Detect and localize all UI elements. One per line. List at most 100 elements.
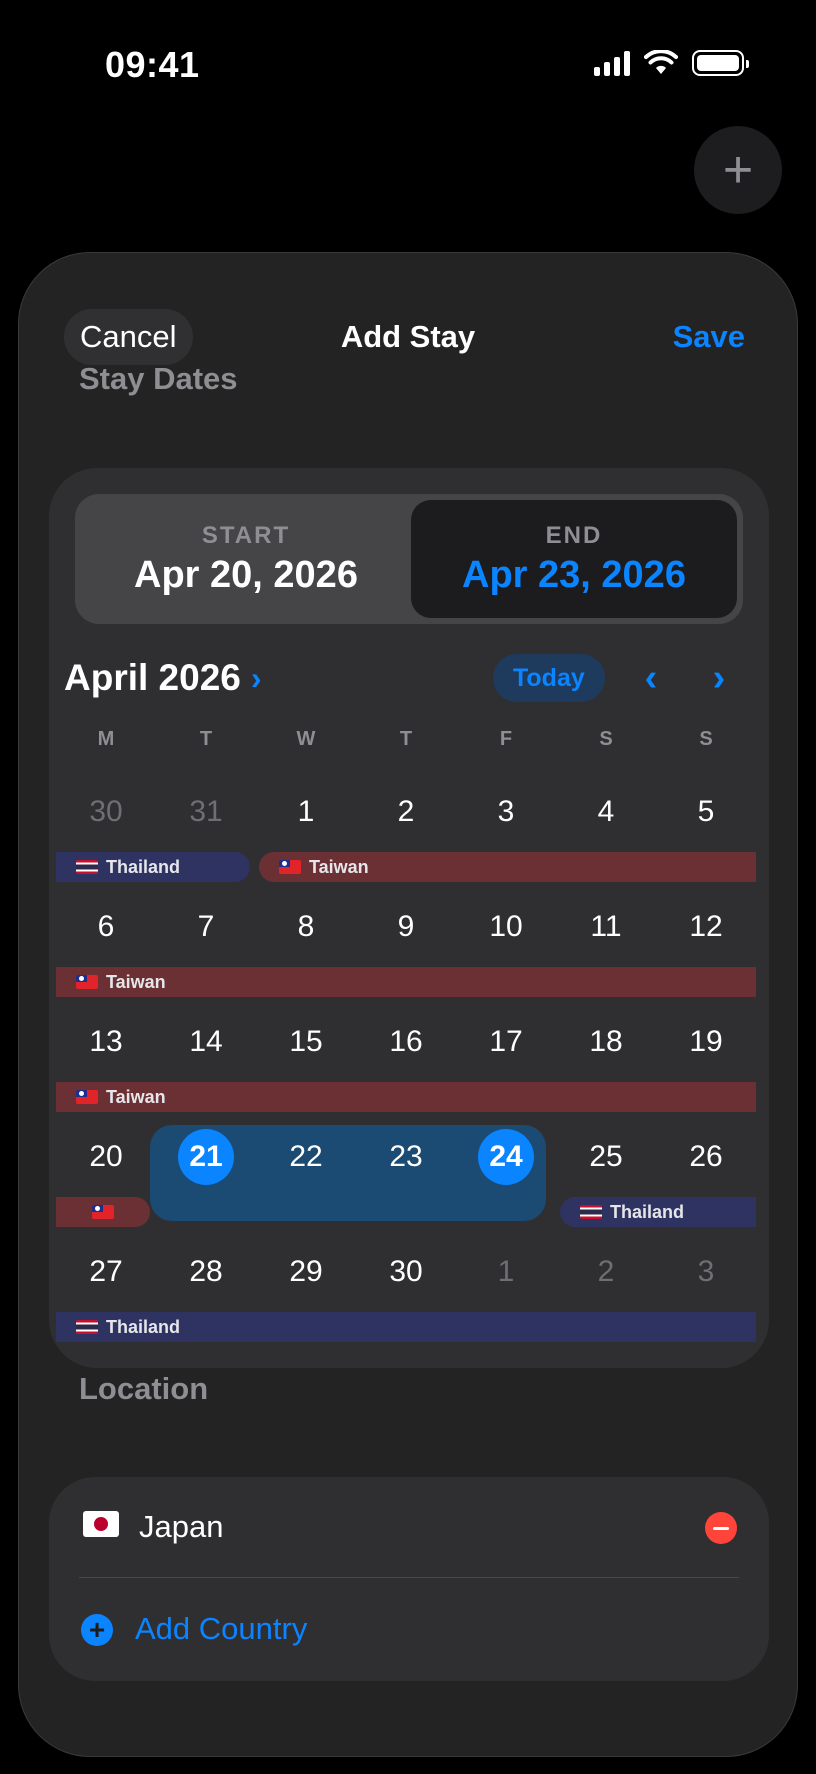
status-icons xyxy=(594,50,749,76)
start-label: START xyxy=(201,521,291,549)
stay-bar-taiwan[interactable]: Taiwan xyxy=(56,1082,756,1112)
calendar-day[interactable]: 20 xyxy=(56,1129,156,1185)
add-country-button[interactable]: + Add Country xyxy=(49,1578,769,1680)
calendar-day[interactable]: 2 xyxy=(356,784,456,840)
taiwan-flag-icon xyxy=(76,975,98,989)
calendar-day[interactable]: 2 xyxy=(556,1244,656,1300)
calendar-day[interactable]: 8 xyxy=(256,899,356,955)
plus-circle-icon: + xyxy=(81,1614,113,1646)
weekday-header: M T W T F S S xyxy=(56,728,756,758)
calendar-day[interactable]: 19 xyxy=(656,1014,756,1070)
taiwan-flag-icon xyxy=(279,860,301,874)
add-stay-sheet: Cancel Add Stay Save Stay Dates START Ap… xyxy=(18,252,798,1757)
end-date-segment[interactable]: END Apr 23, 2026 xyxy=(411,500,737,618)
add-country-label: Add Country xyxy=(135,1611,308,1646)
month-title: April 2026 xyxy=(64,657,241,698)
calendar-week: 20 21 22 23 24 25 26 Thailand xyxy=(56,1123,756,1238)
calendar-day[interactable]: 26 xyxy=(656,1129,756,1185)
remove-country-button[interactable] xyxy=(705,1512,737,1544)
weekday-label: T xyxy=(399,728,413,750)
month-header: April 2026 › Today ‹ › xyxy=(49,648,769,708)
calendar-day[interactable]: 25 xyxy=(556,1129,656,1185)
calendar-day[interactable]: 5 xyxy=(656,784,756,840)
save-button[interactable]: Save xyxy=(673,309,745,365)
location-card: Japan + Add Country xyxy=(49,1477,769,1681)
selected-day-label: 24 xyxy=(478,1129,534,1185)
calendar-day-selected-end[interactable]: 24 xyxy=(456,1129,556,1185)
calendar-week: 6 7 8 9 10 11 12 Taiwan xyxy=(56,893,756,1008)
calendar-day[interactable]: 23 xyxy=(356,1129,456,1185)
calendar-day[interactable]: 27 xyxy=(56,1244,156,1300)
calendar-day[interactable]: 4 xyxy=(556,784,656,840)
previous-month-button[interactable]: ‹ xyxy=(631,654,671,702)
location-header: Location xyxy=(79,1371,209,1406)
calendar-day[interactable]: 30 xyxy=(356,1244,456,1300)
calendar-day[interactable]: 17 xyxy=(456,1014,556,1070)
calendar-day[interactable]: 12 xyxy=(656,899,756,955)
calendar-day[interactable]: 3 xyxy=(456,784,556,840)
calendar-day[interactable]: 18 xyxy=(556,1014,656,1070)
calendar-day[interactable]: 14 xyxy=(156,1014,256,1070)
stay-bar-thailand[interactable]: Thailand xyxy=(56,852,250,882)
calendar-day[interactable]: 28 xyxy=(156,1244,256,1300)
calendar-day[interactable]: 11 xyxy=(556,899,656,955)
calendar-day[interactable]: 3 xyxy=(656,1244,756,1300)
calendar-week: 13 14 15 16 17 18 19 Taiwan xyxy=(56,1008,756,1123)
stay-bar-thailand[interactable]: Thailand xyxy=(560,1197,756,1227)
calendar-day[interactable]: 30 xyxy=(56,784,156,840)
thailand-flag-icon xyxy=(76,1320,98,1334)
calendar-day[interactable]: 15 xyxy=(256,1014,356,1070)
calendar-day[interactable]: 1 xyxy=(256,784,356,840)
add-stay-button[interactable]: + xyxy=(694,126,782,214)
calendar-day[interactable]: 31 xyxy=(156,784,256,840)
location-row[interactable]: Japan xyxy=(49,1477,769,1577)
calendar-day[interactable]: 6 xyxy=(56,899,156,955)
date-range-selector: START Apr 20, 2026 END Apr 23, 2026 xyxy=(75,494,743,624)
weekday-label: T xyxy=(199,728,213,750)
start-date-segment[interactable]: START Apr 20, 2026 xyxy=(83,500,409,618)
calendar-day[interactable]: 16 xyxy=(356,1014,456,1070)
next-month-button[interactable]: › xyxy=(699,654,739,702)
calendar-day-selected-start[interactable]: 21 xyxy=(156,1129,256,1185)
month-picker-button[interactable]: April 2026 › xyxy=(64,648,262,708)
stay-bar-label: Thailand xyxy=(610,1201,685,1222)
calendar-day[interactable]: 13 xyxy=(56,1014,156,1070)
weekday-label: S xyxy=(699,728,713,750)
stay-bar-taiwan[interactable]: Taiwan xyxy=(56,967,756,997)
stay-bar-label: Taiwan xyxy=(309,856,369,877)
calendar-day[interactable]: 10 xyxy=(456,899,556,955)
end-date-value: Apr 23, 2026 xyxy=(462,553,686,596)
stay-bar-taiwan[interactable]: Taiwan xyxy=(259,852,756,882)
cellular-signal-icon xyxy=(594,50,630,76)
status-time: 09:41 xyxy=(105,44,200,85)
calendar-day[interactable]: 9 xyxy=(356,899,456,955)
end-label: END xyxy=(545,521,603,549)
calendar-day[interactable]: 22 xyxy=(256,1129,356,1185)
weekday-label: S xyxy=(599,728,613,750)
calendar-day[interactable]: 7 xyxy=(156,899,256,955)
stay-bar-label: Thailand xyxy=(106,1316,181,1337)
selected-day-label: 21 xyxy=(178,1129,234,1185)
thailand-flag-icon xyxy=(76,860,98,874)
stay-dates-header: Stay Dates xyxy=(79,361,238,396)
weekday-label: W xyxy=(296,728,316,750)
stay-bar-label: Taiwan xyxy=(106,971,166,992)
stay-dates-card: START Apr 20, 2026 END Apr 23, 2026 Apri… xyxy=(49,468,769,1368)
thailand-flag-icon xyxy=(580,1205,602,1219)
chevron-right-icon: › xyxy=(250,659,262,696)
japan-flag-icon xyxy=(83,1511,119,1537)
calendar-grid: 30 31 1 2 3 4 5 Thailand Taiwan 6 7 8 9 … xyxy=(56,778,756,1348)
calendar-day[interactable]: 29 xyxy=(256,1244,356,1300)
status-bar: 09:41 xyxy=(0,0,816,130)
today-button[interactable]: Today xyxy=(493,654,605,702)
taiwan-flag-icon xyxy=(76,1090,98,1104)
calendar-day[interactable]: 1 xyxy=(456,1244,556,1300)
stay-bar-taiwan[interactable] xyxy=(56,1197,150,1227)
weekday-label: F xyxy=(499,728,513,750)
country-name: Japan xyxy=(139,1509,224,1544)
stay-bar-thailand[interactable]: Thailand xyxy=(56,1312,756,1342)
wifi-icon xyxy=(644,50,678,74)
battery-icon xyxy=(692,50,749,76)
taiwan-flag-icon xyxy=(92,1205,114,1219)
calendar-week: 30 31 1 2 3 4 5 Thailand Taiwan xyxy=(56,778,756,893)
